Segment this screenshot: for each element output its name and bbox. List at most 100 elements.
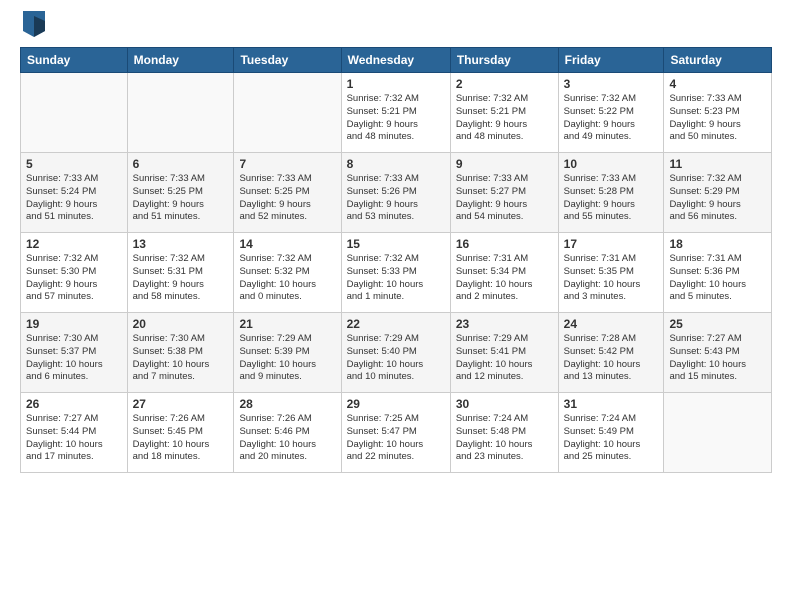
day-info: Sunrise: 7:33 AM Sunset: 5:23 PM Dayligh… (669, 93, 766, 144)
calendar-cell: 14 Sunrise: 7:32 AM Sunset: 5:32 PM Dayli… (234, 233, 341, 313)
calendar-cell: 12 Sunrise: 7:32 AM Sunset: 5:30 PM Dayli… (21, 233, 128, 313)
day-number: 21 (239, 317, 335, 331)
day-info: Sunrise: 7:33 AM Sunset: 5:26 PM Dayligh… (347, 173, 445, 224)
calendar-table: SundayMondayTuesdayWednesdayThursdayFrid… (20, 47, 772, 473)
day-info: Sunrise: 7:31 AM Sunset: 5:35 PM Dayligh… (564, 253, 659, 304)
calendar-week-row: 12 Sunrise: 7:32 AM Sunset: 5:30 PM Dayli… (21, 233, 772, 313)
day-number: 23 (456, 317, 553, 331)
logo (20, 15, 45, 37)
day-info: Sunrise: 7:32 AM Sunset: 5:30 PM Dayligh… (26, 253, 122, 304)
day-info: Sunrise: 7:32 AM Sunset: 5:21 PM Dayligh… (347, 93, 445, 144)
calendar-cell: 3Sunrise: 7:32 AM Sunset: 5:22 PM Daylig… (558, 73, 664, 153)
day-number: 9 (456, 157, 553, 171)
day-info: Sunrise: 7:31 AM Sunset: 5:36 PM Dayligh… (669, 253, 766, 304)
day-info: Sunrise: 7:32 AM Sunset: 5:29 PM Dayligh… (669, 173, 766, 224)
calendar-cell (664, 393, 772, 473)
day-info: Sunrise: 7:31 AM Sunset: 5:34 PM Dayligh… (456, 253, 553, 304)
calendar-cell: 2 Sunrise: 7:32 AM Sunset: 5:21 PM Daylig… (450, 73, 558, 153)
calendar-cell: 20 Sunrise: 7:30 AM Sunset: 5:38 PM Dayli… (127, 313, 234, 393)
calendar-cell: 15 Sunrise: 7:32 AM Sunset: 5:33 PM Dayli… (341, 233, 450, 313)
day-info: Sunrise: 7:25 AM Sunset: 5:47 PM Dayligh… (347, 413, 445, 464)
calendar-cell: 4 Sunrise: 7:33 AM Sunset: 5:23 PM Daylig… (664, 73, 772, 153)
calendar-week-row: 19 Sunrise: 7:30 AM Sunset: 5:37 PM Dayli… (21, 313, 772, 393)
calendar-cell (21, 73, 128, 153)
day-info: Sunrise: 7:30 AM Sunset: 5:37 PM Dayligh… (26, 333, 122, 384)
calendar-cell: 26 Sunrise: 7:27 AM Sunset: 5:44 PM Dayli… (21, 393, 128, 473)
day-info: Sunrise: 7:29 AM Sunset: 5:40 PM Dayligh… (347, 333, 445, 384)
calendar-cell (127, 73, 234, 153)
page: SundayMondayTuesdayWednesdayThursdayFrid… (0, 0, 792, 612)
day-number: 14 (239, 237, 335, 251)
calendar-cell: 16 Sunrise: 7:31 AM Sunset: 5:34 PM Dayli… (450, 233, 558, 313)
day-number: 10 (564, 157, 659, 171)
day-info: Sunrise: 7:33 AM Sunset: 5:25 PM Dayligh… (133, 173, 229, 224)
day-info: Sunrise: 7:27 AM Sunset: 5:44 PM Dayligh… (26, 413, 122, 464)
day-info: Sunrise: 7:32 AM Sunset: 5:32 PM Dayligh… (239, 253, 335, 304)
day-info: Sunrise: 7:26 AM Sunset: 5:45 PM Dayligh… (133, 413, 229, 464)
calendar-cell: 24Sunrise: 7:28 AM Sunset: 5:42 PM Dayli… (558, 313, 664, 393)
day-number: 12 (26, 237, 122, 251)
calendar-cell: 5 Sunrise: 7:33 AM Sunset: 5:24 PM Daylig… (21, 153, 128, 233)
day-number: 22 (347, 317, 445, 331)
calendar-cell: 18 Sunrise: 7:31 AM Sunset: 5:36 PM Dayli… (664, 233, 772, 313)
day-info: Sunrise: 7:32 AM Sunset: 5:21 PM Dayligh… (456, 93, 553, 144)
calendar-week-row: 1Sunrise: 7:32 AM Sunset: 5:21 PM Daylig… (21, 73, 772, 153)
weekday-header: Friday (558, 48, 664, 73)
calendar-cell: 17Sunrise: 7:31 AM Sunset: 5:35 PM Dayli… (558, 233, 664, 313)
calendar-cell: 25 Sunrise: 7:27 AM Sunset: 5:43 PM Dayli… (664, 313, 772, 393)
calendar-cell: 27 Sunrise: 7:26 AM Sunset: 5:45 PM Dayli… (127, 393, 234, 473)
day-info: Sunrise: 7:30 AM Sunset: 5:38 PM Dayligh… (133, 333, 229, 384)
calendar-cell: 10 Sunrise: 7:33 AM Sunset: 5:28 PM Dayli… (558, 153, 664, 233)
calendar-cell: 29Sunrise: 7:25 AM Sunset: 5:47 PM Dayli… (341, 393, 450, 473)
day-info: Sunrise: 7:33 AM Sunset: 5:27 PM Dayligh… (456, 173, 553, 224)
calendar-cell: 13Sunrise: 7:32 AM Sunset: 5:31 PM Dayli… (127, 233, 234, 313)
day-number: 7 (239, 157, 335, 171)
day-number: 15 (347, 237, 445, 251)
day-info: Sunrise: 7:32 AM Sunset: 5:22 PM Dayligh… (564, 93, 659, 144)
weekday-header-row: SundayMondayTuesdayWednesdayThursdayFrid… (21, 48, 772, 73)
day-info: Sunrise: 7:33 AM Sunset: 5:28 PM Dayligh… (564, 173, 659, 224)
day-number: 5 (26, 157, 122, 171)
day-number: 2 (456, 77, 553, 91)
calendar-cell: 7 Sunrise: 7:33 AM Sunset: 5:25 PM Daylig… (234, 153, 341, 233)
day-info: Sunrise: 7:32 AM Sunset: 5:33 PM Dayligh… (347, 253, 445, 304)
weekday-header: Saturday (664, 48, 772, 73)
day-number: 19 (26, 317, 122, 331)
weekday-header: Thursday (450, 48, 558, 73)
day-number: 30 (456, 397, 553, 411)
day-number: 27 (133, 397, 229, 411)
calendar-cell: 31Sunrise: 7:24 AM Sunset: 5:49 PM Dayli… (558, 393, 664, 473)
day-number: 18 (669, 237, 766, 251)
calendar-cell: 11Sunrise: 7:32 AM Sunset: 5:29 PM Dayli… (664, 153, 772, 233)
day-info: Sunrise: 7:33 AM Sunset: 5:24 PM Dayligh… (26, 173, 122, 224)
day-number: 26 (26, 397, 122, 411)
calendar-cell: 23 Sunrise: 7:29 AM Sunset: 5:41 PM Dayli… (450, 313, 558, 393)
weekday-header: Monday (127, 48, 234, 73)
calendar-cell: 21Sunrise: 7:29 AM Sunset: 5:39 PM Dayli… (234, 313, 341, 393)
calendar-cell: 28 Sunrise: 7:26 AM Sunset: 5:46 PM Dayli… (234, 393, 341, 473)
day-number: 28 (239, 397, 335, 411)
day-info: Sunrise: 7:24 AM Sunset: 5:48 PM Dayligh… (456, 413, 553, 464)
weekday-header: Tuesday (234, 48, 341, 73)
day-number: 25 (669, 317, 766, 331)
calendar-cell: 1Sunrise: 7:32 AM Sunset: 5:21 PM Daylig… (341, 73, 450, 153)
day-number: 6 (133, 157, 229, 171)
day-info: Sunrise: 7:27 AM Sunset: 5:43 PM Dayligh… (669, 333, 766, 384)
calendar-cell: 6 Sunrise: 7:33 AM Sunset: 5:25 PM Daylig… (127, 153, 234, 233)
calendar-cell: 22 Sunrise: 7:29 AM Sunset: 5:40 PM Dayli… (341, 313, 450, 393)
day-info: Sunrise: 7:29 AM Sunset: 5:41 PM Dayligh… (456, 333, 553, 384)
day-number: 16 (456, 237, 553, 251)
weekday-header: Sunday (21, 48, 128, 73)
header (20, 15, 772, 37)
day-info: Sunrise: 7:26 AM Sunset: 5:46 PM Dayligh… (239, 413, 335, 464)
day-number: 4 (669, 77, 766, 91)
weekday-header: Wednesday (341, 48, 450, 73)
calendar-week-row: 26 Sunrise: 7:27 AM Sunset: 5:44 PM Dayli… (21, 393, 772, 473)
calendar-week-row: 5 Sunrise: 7:33 AM Sunset: 5:24 PM Daylig… (21, 153, 772, 233)
calendar-cell: 8Sunrise: 7:33 AM Sunset: 5:26 PM Daylig… (341, 153, 450, 233)
calendar-cell: 9 Sunrise: 7:33 AM Sunset: 5:27 PM Daylig… (450, 153, 558, 233)
day-info: Sunrise: 7:33 AM Sunset: 5:25 PM Dayligh… (239, 173, 335, 224)
day-number: 20 (133, 317, 229, 331)
calendar-cell: 30 Sunrise: 7:24 AM Sunset: 5:48 PM Dayli… (450, 393, 558, 473)
calendar-cell (234, 73, 341, 153)
